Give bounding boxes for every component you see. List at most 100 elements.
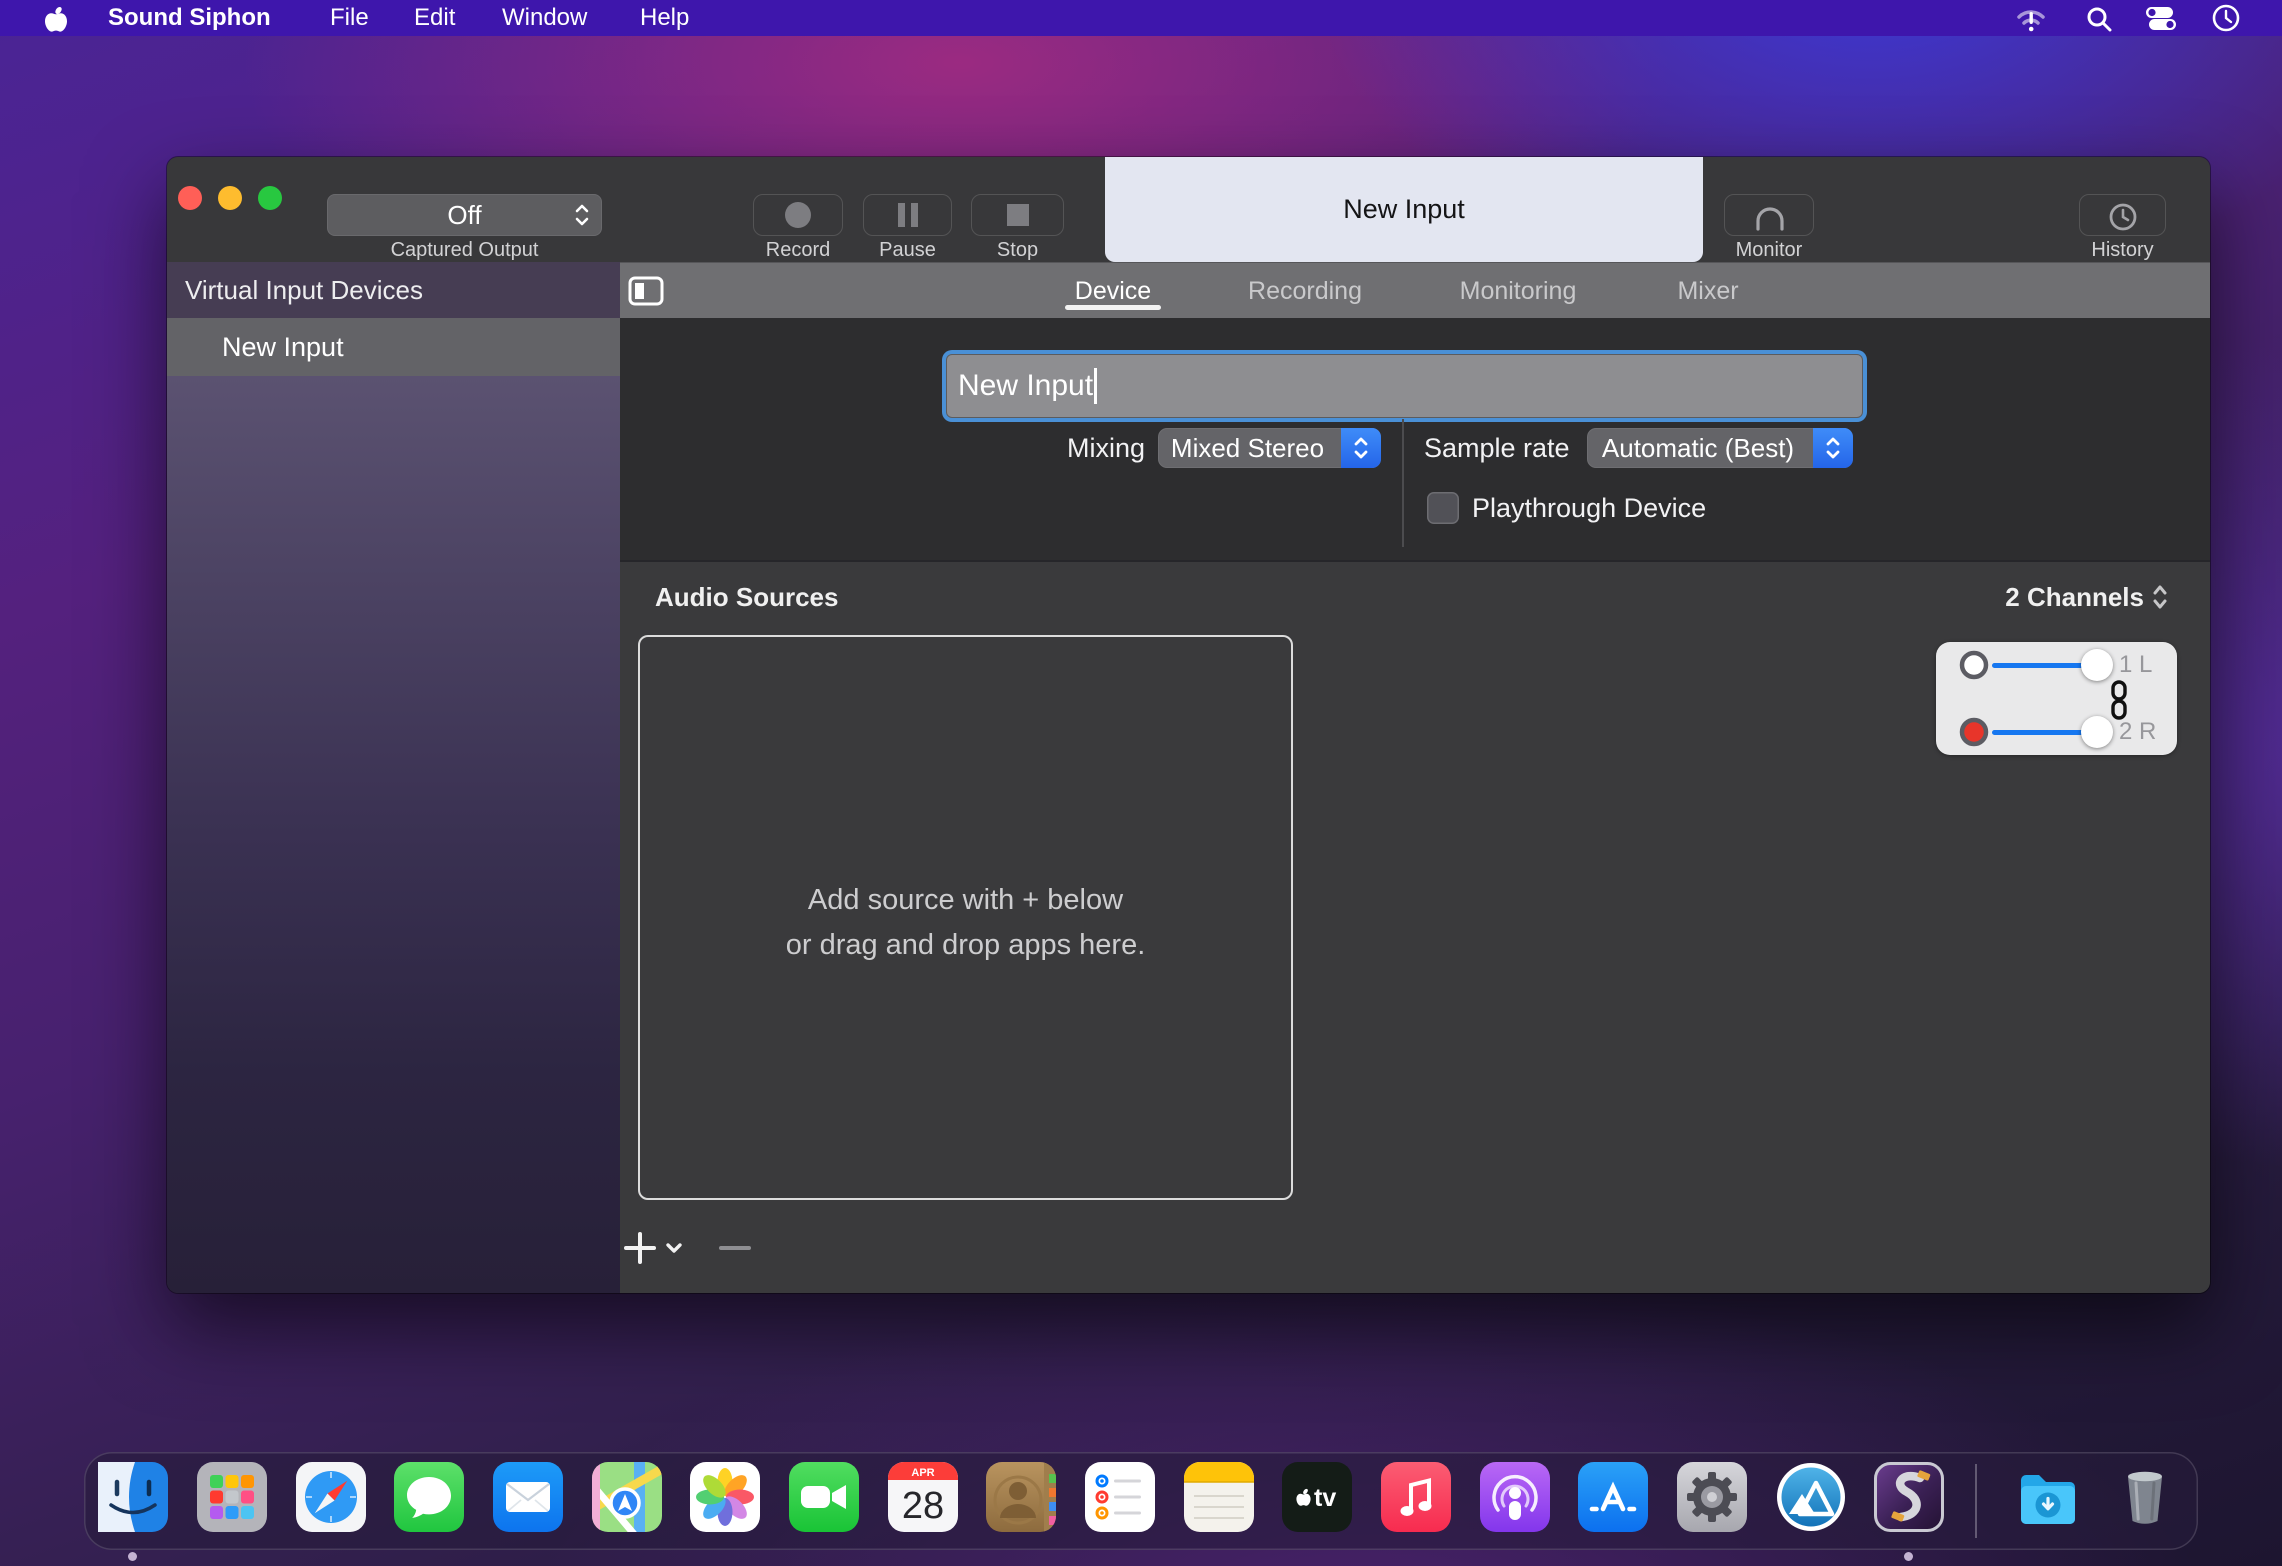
dock-icon-music[interactable] [1381, 1462, 1451, 1532]
dock-icon-mail[interactable] [493, 1462, 563, 1532]
calendar-day: 28 [902, 1485, 944, 1527]
sample-rate-label: Sample rate [1424, 428, 1574, 468]
text-caret [1094, 368, 1097, 404]
channels-stepper-icon[interactable] [2152, 583, 2168, 611]
add-source-chevron-icon[interactable] [665, 1241, 683, 1255]
dock-icon-app-store[interactable] [1578, 1462, 1648, 1532]
search-icon[interactable] [2086, 6, 2112, 32]
record-icon [785, 202, 811, 228]
selected-tab-underline [1065, 305, 1161, 310]
wifi-alert-icon[interactable] [2013, 4, 2049, 34]
menu-item-file[interactable]: File [330, 0, 369, 36]
dock-icon-notes[interactable] [1184, 1462, 1254, 1532]
device-name-field[interactable]: New Input [946, 354, 1863, 418]
tab-monitoring[interactable]: Monitoring [1453, 263, 1583, 319]
channel2-slider-knob[interactable] [2081, 716, 2113, 748]
channel1-indicator-icon[interactable] [1958, 649, 1990, 681]
dock-icon-maps[interactable] [592, 1462, 662, 1532]
dock-icon-reminders[interactable] [1085, 1462, 1155, 1532]
playthrough-checkbox[interactable] [1427, 492, 1459, 524]
channel2-indicator-icon[interactable] [1958, 716, 1990, 748]
playthrough-label: Playthrough Device [1472, 488, 1706, 528]
clock-icon[interactable] [2212, 4, 2240, 32]
captured-output-label: Captured Output [327, 239, 602, 261]
sidebar: Virtual Input Devices New Input [167, 262, 620, 1293]
audio-sources-title: Audio Sources [655, 579, 838, 615]
dock-icon-launchpad[interactable] [197, 1462, 267, 1532]
sidebar-item-label: New Input [222, 318, 344, 376]
dock-icon-finder[interactable] [98, 1462, 168, 1532]
pause-label: Pause [863, 239, 952, 261]
pause-button[interactable] [863, 194, 952, 236]
dock-icon-messages[interactable] [394, 1462, 464, 1532]
captured-output-popup[interactable]: Off [327, 194, 602, 236]
stop-button[interactable] [971, 194, 1064, 236]
window-toolbar: Off Captured Output Record Pause Stop Ne… [167, 157, 2210, 262]
running-indicator-sound-siphon [1904, 1552, 1913, 1561]
mixing-label: Mixing [1027, 428, 1145, 468]
close-button[interactable] [178, 186, 202, 210]
history-button[interactable] [2079, 194, 2166, 236]
desktop: { "menu_bar": { "app_name": "Sound Sipho… [0, 0, 2282, 1566]
pause-icon [898, 203, 905, 227]
zoom-button[interactable] [258, 186, 282, 210]
headphones-icon [1752, 203, 1788, 231]
dock-icon-facetime[interactable] [789, 1462, 859, 1532]
dock-icon-apple-tv[interactable]: tv [1282, 1462, 1352, 1532]
channels-selector-value[interactable]: 2 Channels [1827, 579, 2144, 615]
channel2-label: 2 R [2119, 716, 2156, 748]
mixing-value: Mixed Stereo [1158, 428, 1337, 468]
sidebar-header-label: Virtual Input Devices [185, 262, 423, 318]
svg-text:tv: tv [1314, 1484, 1336, 1512]
device-name-value: New Input [958, 354, 1093, 418]
record-label: Record [753, 239, 843, 261]
sample-rate-value: Automatic (Best) [1587, 428, 1809, 468]
document-tab-new-input[interactable]: New Input [1105, 157, 1703, 262]
dock-icon-mountain-app[interactable] [1776, 1462, 1846, 1532]
popup-stepper-icon [1813, 428, 1853, 468]
menu-item-edit[interactable]: Edit [414, 0, 455, 36]
sidebar-header: Virtual Input Devices [167, 262, 620, 318]
menu-item-help[interactable]: Help [640, 0, 689, 36]
calendar-month: APR [911, 1467, 934, 1479]
toggle-sidebar-icon[interactable] [628, 276, 664, 306]
apple-menu-icon[interactable] [44, 6, 68, 32]
history-clock-icon [2108, 202, 2138, 232]
remove-source-button[interactable] [717, 1230, 753, 1266]
dock-icon-downloads[interactable] [2013, 1462, 2083, 1532]
record-button[interactable] [753, 194, 843, 236]
app-window: Off Captured Output Record Pause Stop Ne… [167, 157, 2210, 1293]
link-channels-icon[interactable] [2108, 680, 2130, 720]
menu-app-name[interactable]: Sound Siphon [108, 0, 271, 36]
dock-icon-photos[interactable] [690, 1462, 760, 1532]
menu-item-window[interactable]: Window [502, 0, 587, 36]
document-tab-label: New Input [1105, 157, 1703, 262]
menu-bar: Sound Siphon File Edit Window Help [0, 0, 2282, 36]
sidebar-item-new-input[interactable]: New Input [167, 318, 620, 376]
dock-icon-sound-siphon[interactable] [1874, 1462, 1944, 1532]
history-label: History [2079, 239, 2166, 261]
tab-mixer[interactable]: Mixer [1643, 263, 1773, 319]
stop-label: Stop [971, 239, 1064, 261]
sidebar-background [167, 376, 620, 1293]
mixing-popup[interactable]: Mixed Stereo [1158, 428, 1381, 468]
dock-icon-contacts[interactable] [986, 1462, 1056, 1532]
dock-icon-podcasts[interactable] [1480, 1462, 1550, 1532]
dock-divider [1975, 1464, 1977, 1538]
dropzone-hint-line1: Add source with + below [638, 880, 1293, 920]
monitor-label: Monitor [1724, 239, 1814, 261]
dock-icon-trash[interactable] [2110, 1462, 2180, 1532]
channel1-label: 1 L [2119, 649, 2152, 681]
dock-icon-calendar[interactable]: APR 28 [888, 1462, 958, 1532]
tab-device[interactable]: Device [1048, 263, 1178, 319]
running-indicator-finder [128, 1552, 137, 1561]
control-center-icon[interactable] [2144, 6, 2178, 31]
dock-icon-safari[interactable] [296, 1462, 366, 1532]
tab-recording[interactable]: Recording [1240, 263, 1370, 319]
monitor-button[interactable] [1724, 194, 1814, 236]
add-source-button[interactable] [622, 1230, 658, 1266]
sample-rate-popup[interactable]: Automatic (Best) [1587, 428, 1853, 468]
dock-icon-system-preferences[interactable] [1677, 1462, 1747, 1532]
minimize-button[interactable] [218, 186, 242, 210]
channel1-slider-knob[interactable] [2081, 649, 2113, 681]
